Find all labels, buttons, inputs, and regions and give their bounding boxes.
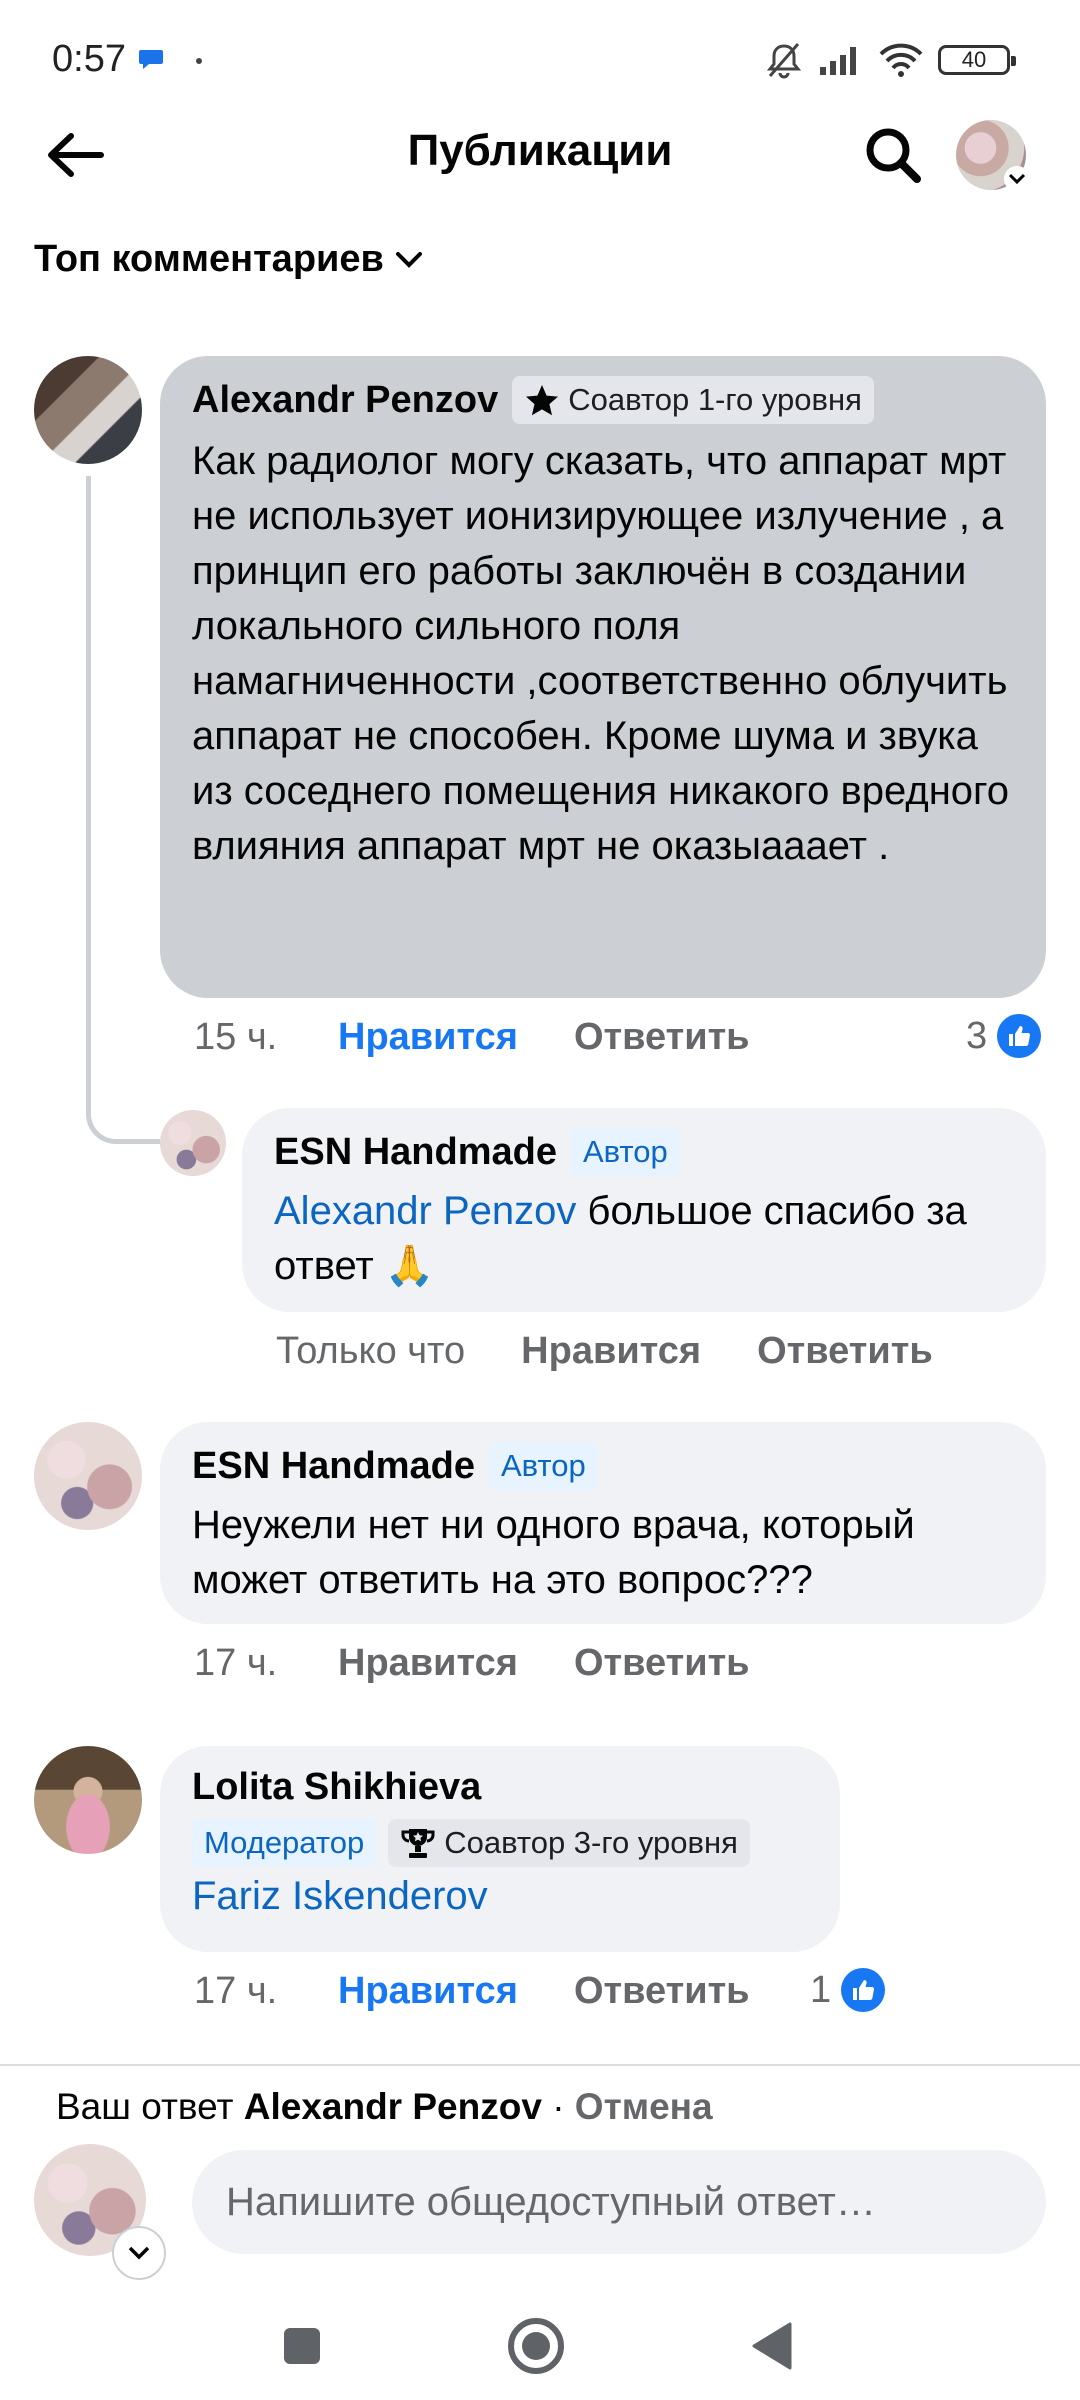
home-circle-icon [508, 2318, 564, 2374]
comment-time[interactable]: 17 ч. [194, 1970, 338, 2013]
square-icon [284, 2328, 320, 2364]
like-count: 3 [966, 1014, 988, 1057]
wifi-icon [879, 43, 923, 77]
comment-header: ESN Handmade Автор [192, 1442, 1014, 1490]
reactions-count[interactable]: 1 [810, 1968, 886, 2012]
reply-button[interactable]: Ответить [574, 1970, 750, 2013]
author-name[interactable]: Lolita Shikhieva [192, 1766, 481, 1809]
cancel-reply-button[interactable]: Отмена [575, 2086, 713, 2127]
reply-composer: Ваш ответ Alexandr Penzov · Отмена [0, 2064, 1080, 2284]
back-nav-button[interactable] [740, 2314, 804, 2378]
battery-level: 40 [961, 47, 987, 72]
bell-off-icon [766, 43, 802, 79]
comment-text: Неужели нет ни одного врача, который мож… [192, 1503, 915, 1602]
comment-header: ESN Handmade Автор [274, 1128, 1014, 1176]
replying-prefix: Ваш ответ [56, 2086, 234, 2127]
badge-row: Модератор Соавтор 3-го уровня [192, 1819, 808, 1867]
signal-icon [820, 47, 856, 75]
like-button[interactable]: Нравится [521, 1330, 701, 1373]
comment-text: Alexandr Penzov большое спасибо за ответ… [274, 1184, 1014, 1294]
author-badge: Автор [570, 1128, 680, 1176]
separator: · [552, 2086, 565, 2127]
comment-time[interactable]: 15 ч. [194, 1016, 338, 1059]
status-icons: 40 [764, 38, 1016, 82]
search-button[interactable] [858, 120, 928, 190]
like-button[interactable]: Нравится [338, 1642, 518, 1685]
mention-link[interactable]: Fariz Iskenderov [192, 1874, 488, 1918]
badge-label: Соавтор 1-го уровня [568, 382, 862, 417]
star-icon [526, 385, 559, 416]
like-button[interactable]: Нравится [338, 1970, 518, 2013]
comment-actions: 17 ч. Нравится Ответить [194, 1642, 750, 1685]
comment-text: Как радиолог могу сказать, что аппарат м… [192, 439, 1009, 868]
back-button[interactable] [40, 120, 110, 190]
avatar[interactable] [34, 1422, 142, 1530]
chat-bubble-icon [139, 50, 163, 69]
chevron-down-icon[interactable] [112, 2226, 166, 2280]
comment-actions: Только что Нравится Ответить [276, 1330, 933, 1373]
comment-bubble[interactable]: Alexandr Penzov Соавтор 1-го уровня Как … [160, 356, 1046, 998]
sort-dropdown[interactable]: Топ комментариев [34, 238, 424, 281]
reply-button[interactable]: Ответить [574, 1642, 750, 1685]
comment-bubble[interactable]: ESN Handmade Автор Неужели нет ни одного… [160, 1422, 1046, 1624]
author-name[interactable]: Alexandr Penzov [192, 379, 498, 422]
badge-label: Соавтор 3-го уровня [444, 1825, 738, 1860]
chevron-down-icon [1004, 166, 1030, 192]
search-icon [866, 128, 921, 183]
trophy-icon [401, 1829, 435, 1858]
back-arrow-icon [48, 133, 104, 177]
comment-header: Alexandr Penzov Соавтор 1-го уровня [192, 376, 1014, 424]
status-time: 0:57 [52, 38, 126, 80]
sort-label: Топ комментариев [34, 238, 384, 280]
comment-time[interactable]: Только что [276, 1330, 465, 1373]
comment-header: Lolita Shikhieva [192, 1766, 808, 1809]
author-name[interactable]: ESN Handmade [274, 1131, 557, 1174]
replying-to-label: Ваш ответ Alexandr Penzov · Отмена [56, 2086, 713, 2128]
thread-connector [86, 476, 160, 1144]
battery-icon: 40 [938, 45, 1016, 75]
author-badge: Автор [488, 1442, 598, 1490]
thumbs-up-icon [997, 1014, 1042, 1058]
reply-bubble[interactable]: ESN Handmade Автор Alexandr Penzov больш… [242, 1108, 1046, 1312]
profile-avatar-button[interactable] [956, 120, 1030, 192]
comment-bubble[interactable]: Lolita Shikhieva Модератор Соавтор 3-го … [160, 1746, 840, 1952]
reply-button[interactable]: Ответить [757, 1330, 933, 1373]
comment-text: Fariz Iskenderov [192, 1869, 808, 1924]
mention-link[interactable]: Alexandr Penzov [274, 1189, 576, 1233]
reply-input[interactable] [192, 2150, 1046, 2254]
triangle-back-icon [752, 2322, 792, 2370]
replying-to-name: Alexandr Penzov [243, 2086, 542, 2127]
avatar[interactable] [34, 1746, 142, 1854]
reply-button[interactable]: Ответить [574, 1016, 750, 1059]
system-nav-bar [0, 2284, 1080, 2400]
chevron-down-icon [395, 251, 422, 268]
comment-actions: 17 ч. Нравится Ответить [194, 1970, 750, 2013]
dot-icon [196, 58, 202, 64]
author-name[interactable]: ESN Handmade [192, 1445, 475, 1488]
reactions-count[interactable]: 3 [966, 1014, 1042, 1058]
status-bar: 0:57 40 [0, 0, 1080, 120]
avatar[interactable] [160, 1110, 226, 1176]
moderator-badge: Модератор [192, 1819, 377, 1867]
contributor-badge: Соавтор 1-го уровня [512, 376, 874, 424]
contributor-badge: Соавтор 3-го уровня [388, 1819, 750, 1867]
recents-button[interactable] [270, 2314, 334, 2378]
thumbs-up-icon [841, 1968, 886, 2012]
like-button[interactable]: Нравится [338, 1016, 518, 1059]
comment-actions: 15 ч. Нравится Ответить [194, 1016, 750, 1059]
comment-time[interactable]: 17 ч. [194, 1642, 338, 1685]
avatar[interactable] [34, 356, 142, 464]
header: Публикации [0, 112, 1080, 196]
like-count: 1 [810, 1968, 832, 2011]
home-button[interactable] [504, 2314, 568, 2378]
